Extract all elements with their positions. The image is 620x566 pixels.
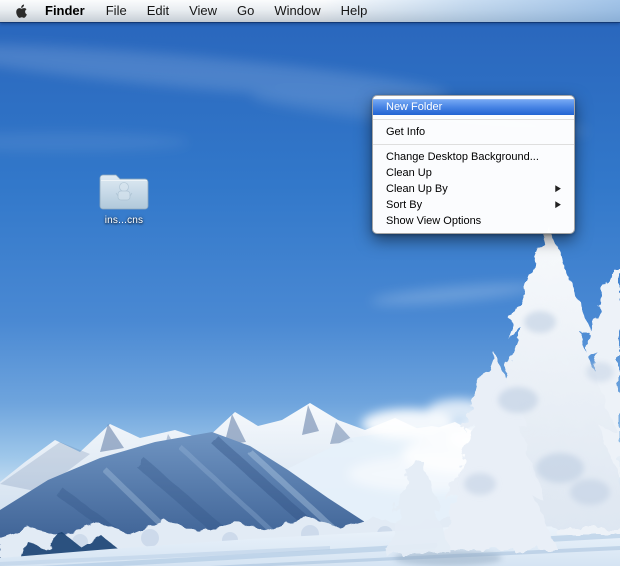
menubar-item-file[interactable]: File [96, 0, 137, 22]
menu-item-label: Sort By [386, 199, 423, 211]
menu-item-get-info[interactable]: Get Info [373, 124, 574, 140]
menubar-item-go[interactable]: Go [227, 0, 264, 22]
icon-label: ins...cns [104, 215, 144, 226]
menu-item-new-folder[interactable]: New Folder [373, 99, 574, 115]
apple-icon [16, 4, 27, 18]
menubar-item-window[interactable]: Window [264, 0, 330, 22]
menubar-item-view[interactable]: View [179, 0, 227, 22]
menu-item-sort-by[interactable]: Sort By ▶ [373, 197, 574, 213]
submenu-arrow-icon: ▶ [555, 199, 561, 210]
menu-item-label: Clean Up [386, 167, 432, 179]
menu-item-show-view-options[interactable]: Show View Options [373, 213, 574, 229]
menubar-item-edit[interactable]: Edit [137, 0, 179, 22]
menu-item-label: Clean Up By [386, 183, 448, 195]
desktop-icon-folder[interactable]: ins...cns [93, 168, 155, 226]
menubar-item-finder[interactable]: Finder [34, 0, 96, 22]
menu-item-label: Show View Options [386, 215, 482, 227]
menu-item-change-desktop-background[interactable]: Change Desktop Background... [373, 149, 574, 165]
menu-separator [373, 119, 574, 120]
menubar-item-help[interactable]: Help [331, 0, 378, 22]
menu-item-label: Change Desktop Background... [386, 151, 539, 163]
menu-item-label: New Folder [386, 101, 443, 113]
apple-menu[interactable] [8, 0, 34, 22]
menu-item-clean-up-by[interactable]: Clean Up By ▶ [373, 181, 574, 197]
submenu-arrow-icon: ▶ [555, 183, 561, 194]
menu-item-label: Get Info [386, 126, 426, 138]
folder-icon [99, 174, 149, 210]
menu-bar: Finder File Edit View Go Window Help [0, 0, 620, 22]
menu-item-clean-up[interactable]: Clean Up [373, 165, 574, 181]
desktop-context-menu: New Folder Get Info Change Desktop Backg… [372, 95, 575, 234]
menu-separator [373, 144, 574, 145]
